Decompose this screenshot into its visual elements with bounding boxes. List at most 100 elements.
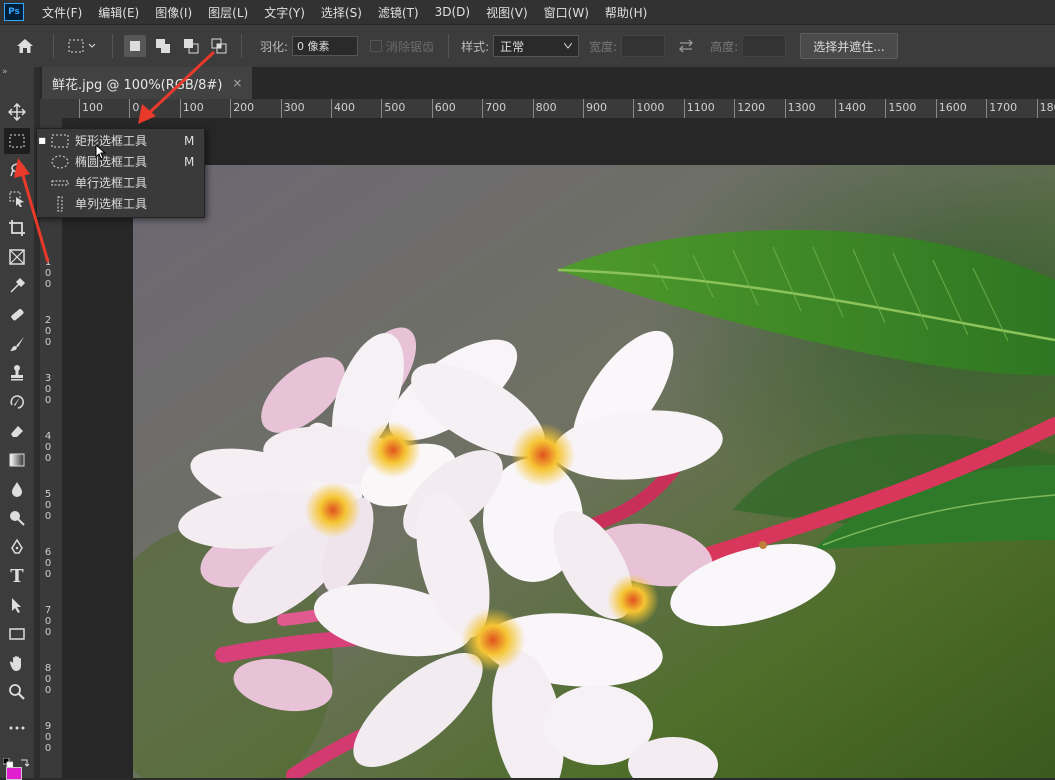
background-color-swatch[interactable] [6, 767, 22, 780]
menu-filter[interactable]: 滤镜(T) [370, 4, 427, 21]
ruler-label: 0 [44, 442, 52, 453]
pen-icon[interactable] [4, 534, 30, 560]
ruler-label: 500 [384, 101, 406, 114]
ruler-label: 0 [44, 453, 52, 464]
ruler-label: 100 [82, 101, 103, 114]
ruler-label: 7 [44, 605, 52, 616]
menu-select[interactable]: 选择(S) [313, 4, 370, 21]
shortcut-key: M [184, 154, 195, 169]
single-row-marquee-icon [51, 176, 69, 190]
lasso-icon[interactable] [4, 157, 30, 183]
ruler-tick [230, 99, 232, 118]
ruler-tick [683, 99, 685, 118]
ruler-tick [280, 99, 282, 118]
style-label: 样式: [461, 39, 490, 54]
separator [241, 34, 242, 58]
menu-image[interactable]: 图像(I) [147, 4, 200, 21]
ruler-label: 0 [44, 743, 52, 754]
subtract-from-selection-button[interactable] [180, 35, 202, 57]
history-brush-icon[interactable] [4, 389, 30, 415]
path-select-icon[interactable] [4, 592, 30, 618]
ruler-label: 900 [586, 101, 607, 114]
style-value: 正常 [500, 39, 525, 54]
flyout-item-single-column-marquee[interactable]: 单列选框工具 [37, 193, 204, 214]
style-select[interactable]: 正常 [493, 35, 580, 57]
new-selection-button[interactable] [124, 35, 146, 57]
menu-view[interactable]: 视图(V) [478, 4, 536, 21]
more-tools-icon[interactable] [4, 715, 30, 741]
height-label: 高度: [710, 39, 739, 54]
rectangle-icon[interactable] [4, 621, 30, 647]
dodge-icon[interactable] [4, 505, 30, 531]
ruler-tick [331, 99, 332, 118]
clone-stamp-icon[interactable] [4, 360, 30, 386]
ruler-label: 1100 [686, 101, 715, 114]
separator [53, 34, 54, 58]
ruler-label: 700 [485, 101, 507, 114]
ruler-label: 0 [44, 500, 52, 511]
active-bullet-icon: ■ [38, 136, 46, 145]
eyedropper-icon[interactable] [4, 273, 30, 299]
height-input[interactable] [742, 35, 787, 57]
flower-image[interactable] [133, 165, 1055, 778]
intersect-selection-icon [211, 38, 227, 54]
blur-icon[interactable] [4, 476, 30, 502]
swap-colors-icon[interactable] [20, 752, 30, 767]
antialias-checkbox[interactable] [370, 40, 383, 52]
feather-label: 羽化: [260, 39, 289, 54]
zoom-icon[interactable] [4, 679, 30, 705]
ruler-label: 0 [44, 279, 52, 290]
flyout-item-rect-marquee[interactable]: ■ 矩形选框工具 M [37, 130, 204, 151]
flyout-label: 单列选框工具 [75, 197, 148, 211]
width-label: 宽度: [589, 39, 618, 54]
horizontal-ruler[interactable]: 100 0 100 200 300 400 500 600 700 800 900 1000 1100 1… [62, 99, 1055, 119]
rect-marquee-icon[interactable] [4, 128, 30, 154]
select-and-mask-button[interactable]: 选择并遮住... [800, 33, 898, 59]
brush-icon[interactable] [4, 331, 30, 357]
ruler-tick [431, 99, 433, 118]
ruler-label: 8 [44, 663, 52, 674]
menu-3d[interactable]: 3D(D) [427, 5, 478, 19]
hand-icon[interactable] [4, 650, 30, 676]
menu-layer[interactable]: 图层(L) [200, 4, 256, 21]
close-tab-icon[interactable]: × [232, 76, 242, 90]
ruler-label: 1000 [636, 101, 665, 114]
ruler-label: 0 [44, 558, 52, 569]
width-input[interactable] [621, 35, 666, 57]
object-select-icon[interactable] [4, 186, 30, 212]
crop-icon[interactable] [4, 215, 30, 241]
ruler-label: 0 [44, 627, 52, 638]
default-colors-icon[interactable] [2, 753, 14, 769]
intersect-selection-button[interactable] [208, 35, 230, 57]
menu-edit[interactable]: 编辑(E) [90, 4, 147, 21]
flyout-item-single-row-marquee[interactable]: 单行选框工具 [37, 172, 204, 193]
ruler-label: 0 [44, 674, 52, 685]
add-to-selection-button[interactable] [152, 35, 174, 57]
menu-help[interactable]: 帮助(H) [597, 4, 655, 21]
home-icon[interactable] [14, 35, 36, 57]
ruler-tick [935, 99, 937, 118]
ruler-label: 9 [44, 721, 52, 732]
tools-panel: » T [0, 67, 35, 780]
flyout-item-ellipse-marquee[interactable]: 椭圆选框工具 M [37, 151, 204, 172]
ruler-corner[interactable] [40, 99, 62, 118]
ruler-tick [734, 99, 736, 118]
frame-icon[interactable] [4, 244, 30, 270]
panel-collapse-icon[interactable]: » [2, 67, 8, 77]
healing-brush-icon[interactable] [4, 302, 30, 328]
ruler-tick [532, 99, 534, 118]
tool-preset-icon[interactable] [65, 35, 101, 57]
menu-file[interactable]: 文件(F) [34, 4, 90, 21]
feather-input[interactable]: 0 像素 [292, 36, 359, 56]
document-tab[interactable]: 鲜花.jpg @ 100%(RGB/8#) × [42, 67, 253, 99]
type-icon[interactable]: T [4, 563, 30, 589]
gradient-icon[interactable] [4, 447, 30, 473]
ruler-label: 1 [44, 257, 52, 268]
menu-type[interactable]: 文字(Y) [256, 4, 313, 21]
move-icon[interactable] [4, 99, 30, 125]
menu-window[interactable]: 窗口(W) [536, 4, 597, 21]
swap-icon[interactable] [675, 35, 697, 57]
ruler-label: 3 [44, 373, 52, 384]
ruler-label: 1300 [787, 101, 816, 114]
eraser-icon[interactable] [4, 418, 30, 444]
